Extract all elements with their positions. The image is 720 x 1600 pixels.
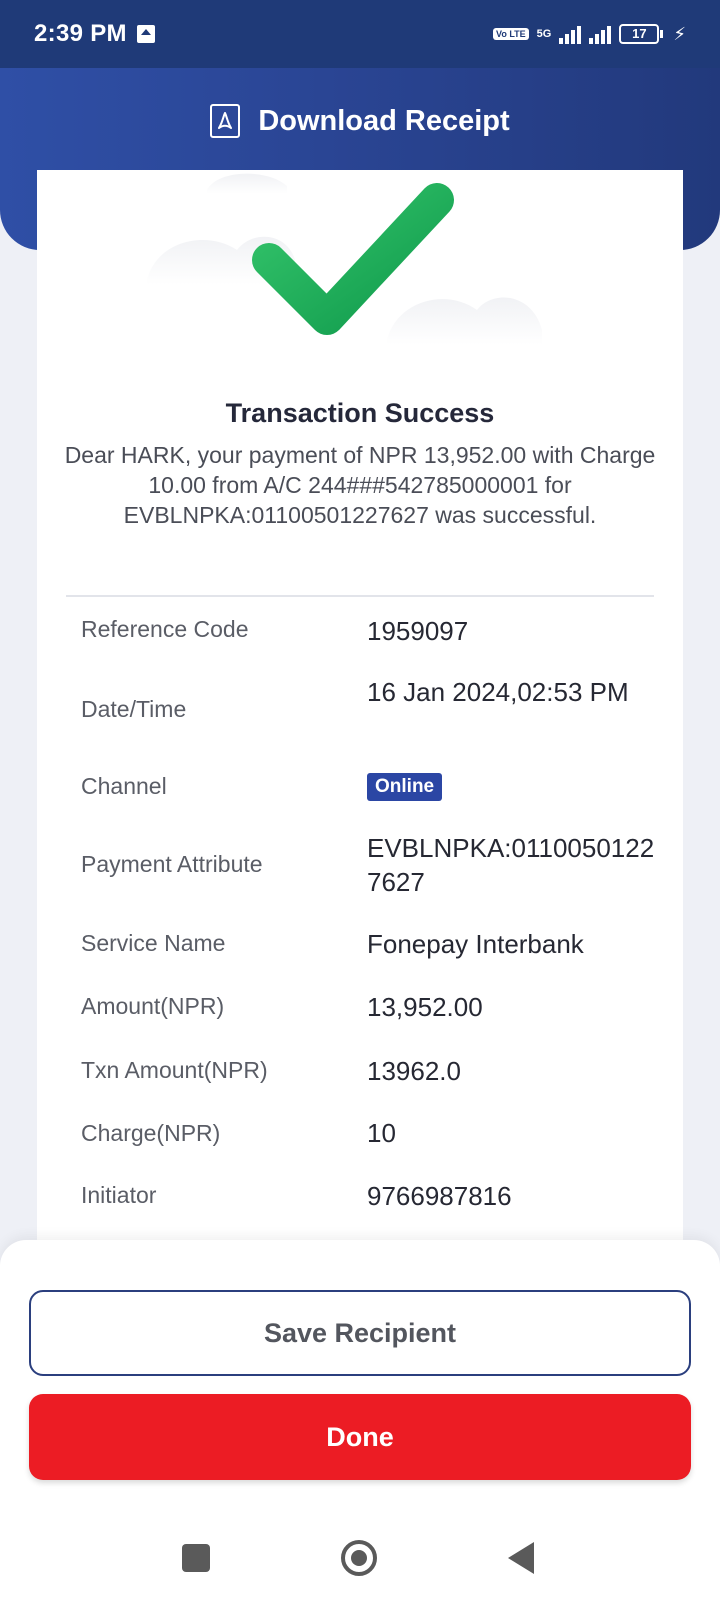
detail-label-reference-code: Reference Code xyxy=(81,616,249,642)
detail-value-payment-attribute: EVBLNPKA:01100501227627 xyxy=(367,833,655,897)
detail-value-date-time: 16 Jan 2024,02:53 PM xyxy=(367,677,629,707)
save-recipient-button[interactable]: Save Recipient xyxy=(29,1290,691,1376)
detail-value-txn-amount: 13962.0 xyxy=(367,1056,461,1086)
signal-icon-2 xyxy=(589,24,612,44)
detail-label-channel: Channel xyxy=(81,773,167,799)
detail-label-initiator: Initiator xyxy=(81,1182,157,1208)
upload-notification-icon xyxy=(136,25,155,43)
receipt-card: Transaction Success Dear HARK, your paym… xyxy=(37,170,683,1250)
detail-value-amount: 13,952.00 xyxy=(367,992,483,1022)
done-button[interactable]: Done xyxy=(29,1394,691,1480)
detail-value-charge: 10 xyxy=(367,1118,396,1148)
home-icon[interactable] xyxy=(341,1540,377,1576)
system-navigation-bar xyxy=(0,1500,720,1600)
transaction-status-title: Transaction Success xyxy=(225,398,495,428)
transaction-message: Dear HARK, your payment of NPR 13,952.00… xyxy=(64,442,656,528)
download-receipt-button[interactable]: Download Receipt xyxy=(0,96,720,146)
status-time: 2:39 PM xyxy=(34,20,127,47)
divider xyxy=(66,595,654,597)
volte-icon: Vo LTE xyxy=(493,28,529,40)
detail-label-service-name: Service Name xyxy=(81,930,226,956)
back-icon[interactable] xyxy=(508,1542,534,1574)
page-title: Download Receipt xyxy=(258,104,510,137)
battery-level: 17 xyxy=(632,26,647,41)
channel-badge: Online xyxy=(367,773,443,801)
charging-icon: ⚡ xyxy=(673,23,686,44)
battery-icon: 17 xyxy=(619,24,664,44)
detail-value-reference-code: 1959097 xyxy=(367,616,469,646)
detail-label-charge: Charge(NPR) xyxy=(81,1120,221,1146)
network-type: 5G xyxy=(536,28,552,40)
detail-value-service-name: Fonepay Interbank xyxy=(367,929,584,959)
pdf-icon xyxy=(210,104,241,138)
signal-icon xyxy=(559,24,582,44)
detail-label-txn-amount: Txn Amount(NPR) xyxy=(81,1057,268,1083)
success-illustration xyxy=(147,173,542,345)
detail-label-date-time: Date/Time xyxy=(81,696,187,722)
status-bar: 2:39 PM Vo LTE 5G 17 ⚡ xyxy=(0,0,720,68)
recent-apps-icon[interactable] xyxy=(182,1544,210,1572)
detail-value-initiator: 9766987816 xyxy=(367,1181,512,1211)
detail-label-payment-attribute: Payment Attribute xyxy=(81,851,263,877)
detail-label-amount: Amount(NPR) xyxy=(81,993,225,1019)
